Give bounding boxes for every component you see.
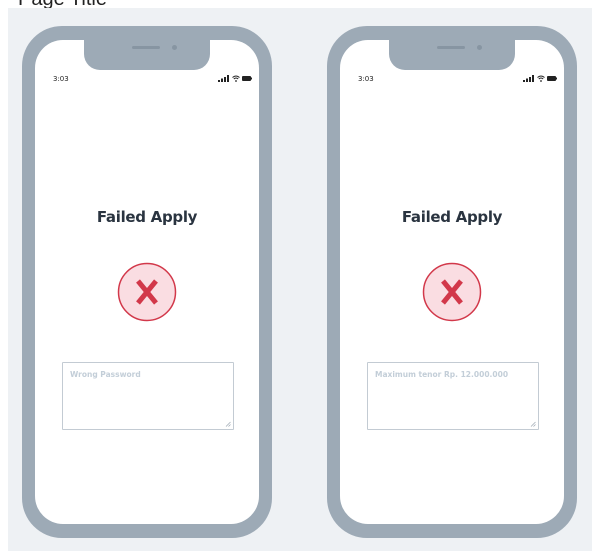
- wifi-icon: [232, 75, 240, 82]
- status-bar-icons: [218, 75, 254, 83]
- status-time: 3:03: [358, 75, 374, 83]
- wifi-icon: [537, 75, 545, 82]
- cellular-signal-icon: [523, 75, 534, 82]
- cellular-signal-icon: [218, 75, 229, 82]
- failed-apply-title: Failed Apply: [96, 208, 198, 226]
- resize-handle-icon[interactable]: [530, 421, 536, 427]
- message-placeholder: Maximum tenor Rp. 12.000.000: [375, 370, 509, 379]
- status-bar-icons: [523, 75, 559, 83]
- message-textarea[interactable]: Wrong Password: [62, 362, 234, 430]
- battery-icon: [242, 76, 252, 81]
- close-x-icon: [117, 262, 177, 322]
- message-placeholder: Wrong Password: [70, 370, 141, 379]
- status-time: 3:03: [53, 75, 69, 83]
- battery-icon: [547, 76, 557, 81]
- speaker-grille: [437, 46, 465, 49]
- resize-handle-icon[interactable]: [225, 421, 231, 427]
- front-camera: [172, 45, 177, 50]
- phone-mockup-maximum-tenor: 3:03 Failed Apply Maximum tenor Rp. 12.0…: [327, 26, 577, 538]
- speaker-grille: [132, 46, 160, 49]
- message-textarea[interactable]: Maximum tenor Rp. 12.000.000: [367, 362, 539, 430]
- phone-notch: [389, 40, 515, 70]
- close-x-icon: [422, 262, 482, 322]
- phone-mockup-wrong-password: 3:03 Failed Apply Wrong Password: [22, 26, 272, 538]
- front-camera: [477, 45, 482, 50]
- phone-notch: [84, 40, 210, 70]
- failed-apply-title: Failed Apply: [401, 208, 503, 226]
